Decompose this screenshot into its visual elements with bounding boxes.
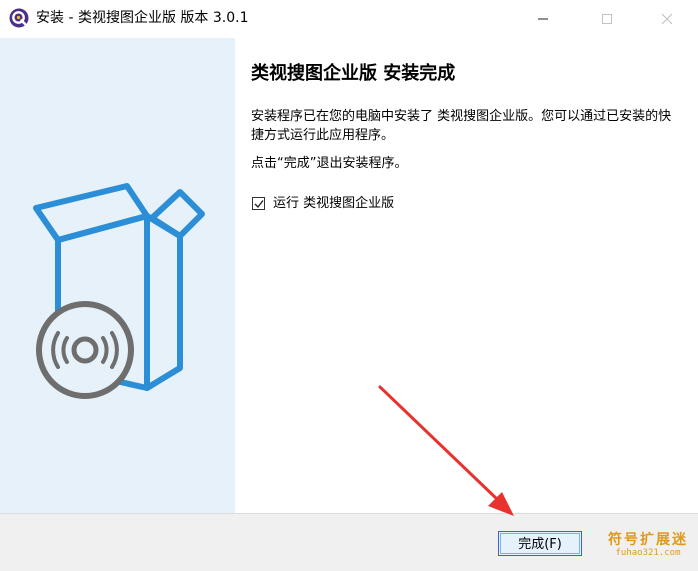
run-app-label[interactable]: 运行 类视搜图企业版 [273, 194, 394, 213]
finish-button[interactable]: 完成(F) [498, 531, 582, 556]
window-title: 安装 - 类视搜图企业版 版本 3.0.1 [36, 10, 249, 26]
run-app-option[interactable]: 运行 类视搜图企业版 [252, 193, 394, 213]
watermark-logo: 符号扩展迷 fuhao321.com [603, 532, 693, 559]
title-bar[interactable]: 安装 - 类视搜图企业版 版本 3.0.1 [0, 0, 698, 38]
installer-window: 安装 - 类视搜图企业版 版本 3.0.1 类视搜图企业版 安装完成 安装程序已… [0, 0, 698, 571]
minimize-icon [538, 18, 548, 20]
software-box-disc-icon [33, 183, 205, 399]
maximize-button[interactable] [584, 0, 630, 38]
checkmark-icon [254, 199, 264, 208]
run-app-checkbox[interactable] [252, 196, 265, 210]
watermark-cn-text: 符号扩展迷 [608, 532, 688, 548]
close-button[interactable] [644, 0, 690, 38]
page-title: 类视搜图企业版 安装完成 [251, 63, 456, 84]
minimize-button[interactable] [520, 0, 566, 38]
wizard-footer: 完成(F) 符号扩展迷 fuhao321.com [0, 513, 698, 571]
completion-message: 安装程序已在您的电脑中安装了 类视搜图企业版。您可以通过已安装的快捷方式运行此应… [251, 109, 672, 143]
watermark-en-text: fuhao321.com [615, 548, 681, 558]
finish-instruction: 点击“完成”退出安装程序。 [251, 156, 408, 171]
maximize-icon [602, 14, 612, 24]
app-logo-icon [9, 8, 29, 28]
wizard-side-panel [0, 38, 235, 513]
wizard-content: 类视搜图企业版 安装完成 安装程序已在您的电脑中安装了 类视搜图企业版。您可以通… [235, 38, 698, 513]
close-icon [661, 13, 673, 25]
